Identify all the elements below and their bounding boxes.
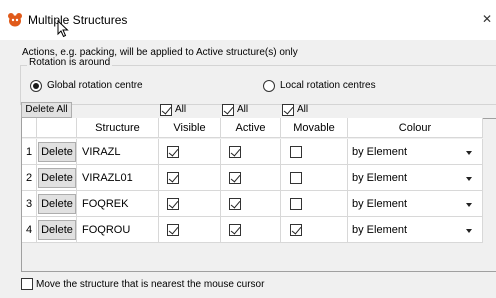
move-nearest-checkbox[interactable] bbox=[21, 278, 33, 290]
structure-column-header[interactable]: Structure bbox=[77, 118, 159, 138]
active-checkbox[interactable] bbox=[229, 198, 241, 210]
structure-name: FOQROU bbox=[82, 224, 131, 236]
row-number: 2 bbox=[22, 165, 37, 191]
structure-name: FOQREK bbox=[82, 198, 129, 210]
visible-checkbox[interactable] bbox=[167, 172, 179, 184]
movable-checkbox[interactable] bbox=[290, 198, 302, 210]
window-title: Multiple Structures bbox=[28, 13, 128, 27]
title-bar: Multiple Structures ✕ bbox=[0, 0, 496, 40]
global-rotation-label: Global rotation centre bbox=[47, 80, 143, 91]
delete-column-header bbox=[37, 118, 77, 138]
mouse-cursor-icon bbox=[57, 20, 69, 38]
colour-dropdown[interactable]: by Element bbox=[348, 139, 483, 165]
active-checkbox[interactable] bbox=[229, 172, 241, 184]
delete-row-button[interactable]: Delete bbox=[38, 168, 76, 188]
active-column-header[interactable]: Active bbox=[221, 118, 281, 138]
local-rotation-radio[interactable] bbox=[263, 80, 275, 92]
local-rotation-label: Local rotation centres bbox=[280, 80, 376, 91]
chevron-down-icon bbox=[466, 177, 472, 181]
row-number: 4 bbox=[22, 217, 37, 243]
movable-all-label: All bbox=[297, 104, 309, 115]
app-logo-icon bbox=[8, 13, 22, 27]
colour-value: by Element bbox=[352, 224, 408, 236]
movable-checkbox[interactable] bbox=[290, 224, 302, 236]
visible-checkbox[interactable] bbox=[167, 146, 179, 158]
move-nearest-label: Move the structure that is nearest the m… bbox=[36, 279, 265, 290]
structure-name: VIRAZL bbox=[82, 146, 121, 158]
row-number: 3 bbox=[22, 191, 37, 217]
active-all-label: All bbox=[237, 104, 249, 115]
movable-column-header[interactable]: Movable bbox=[281, 118, 348, 138]
visible-all-label: All bbox=[175, 104, 187, 115]
structure-name: VIRAZL01 bbox=[82, 172, 133, 184]
delete-row-button[interactable]: Delete bbox=[38, 194, 76, 214]
colour-dropdown[interactable]: by Element bbox=[348, 165, 483, 191]
table-corner bbox=[22, 118, 37, 138]
visible-checkbox[interactable] bbox=[167, 224, 179, 236]
colour-dropdown[interactable]: by Element bbox=[348, 217, 483, 243]
visible-column-header[interactable]: Visible bbox=[159, 118, 221, 138]
active-checkbox[interactable] bbox=[229, 224, 241, 236]
delete-row-button[interactable]: Delete bbox=[38, 220, 76, 240]
delete-all-button[interactable]: Delete All bbox=[21, 102, 72, 118]
visible-all-checkbox[interactable] bbox=[160, 104, 172, 116]
colour-value: by Element bbox=[352, 172, 408, 184]
row-number: 1 bbox=[22, 139, 37, 165]
colour-value: by Element bbox=[352, 198, 408, 210]
chevron-down-icon bbox=[466, 151, 472, 155]
movable-checkbox[interactable] bbox=[290, 172, 302, 184]
visible-checkbox[interactable] bbox=[167, 198, 179, 210]
movable-checkbox[interactable] bbox=[290, 146, 302, 158]
delete-row-button[interactable]: Delete bbox=[38, 142, 76, 162]
colour-dropdown[interactable]: by Element bbox=[348, 191, 483, 217]
close-icon[interactable]: ✕ bbox=[482, 12, 492, 26]
global-rotation-radio[interactable] bbox=[30, 80, 42, 92]
movable-all-checkbox[interactable] bbox=[282, 104, 294, 116]
active-checkbox[interactable] bbox=[229, 146, 241, 158]
active-all-checkbox[interactable] bbox=[222, 104, 234, 116]
chevron-down-icon bbox=[466, 203, 472, 207]
chevron-down-icon bbox=[466, 229, 472, 233]
rotation-group-legend: Rotation is around bbox=[27, 57, 113, 68]
colour-column-header[interactable]: Colour bbox=[348, 118, 483, 138]
colour-value: by Element bbox=[352, 146, 408, 158]
